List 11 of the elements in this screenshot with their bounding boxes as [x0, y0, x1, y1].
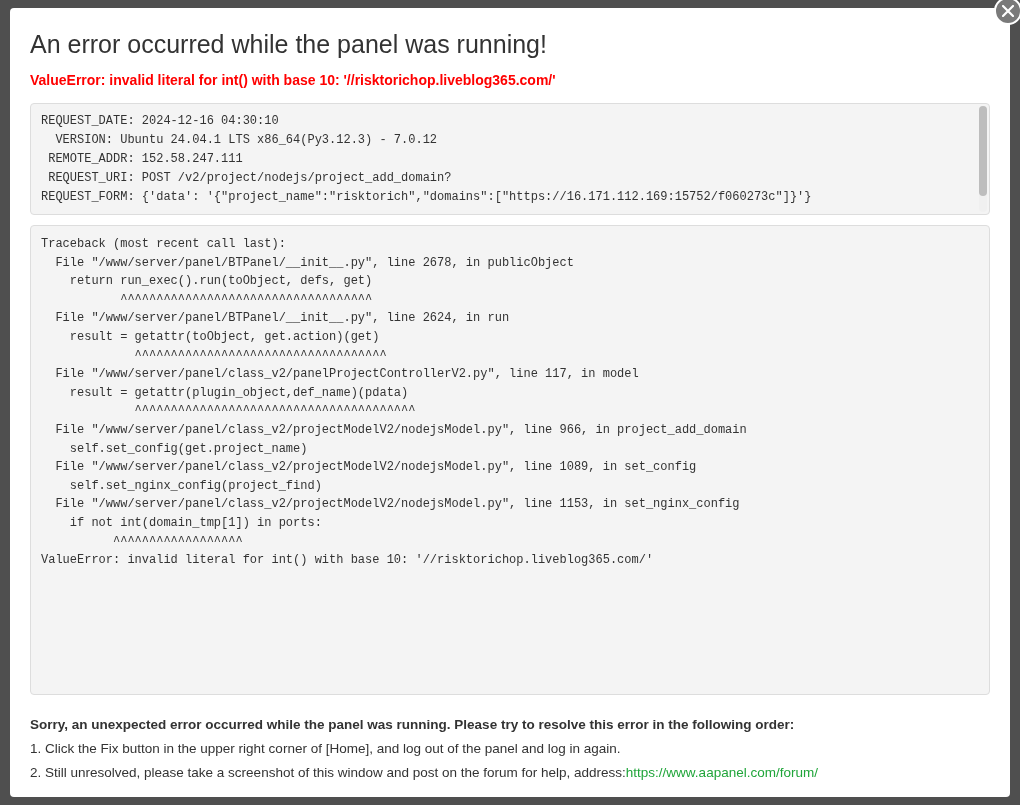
scrollbar[interactable] [979, 106, 987, 212]
dialog-title: An error occurred while the panel was running! [30, 29, 548, 60]
help-step: 1. Click the Fix button in the upper right corner of [Home], and log out of the panel and log in again. [30, 737, 990, 761]
help-step: 2. Still unresolved, please take a screenshot of this window and post on the forum for help, address: [30, 761, 626, 785]
error-message: ValueError: invalid literal for int() with base 10: '//risktorichop.liveblog365.com/' [30, 71, 557, 90]
close-icon [1002, 5, 1014, 17]
forum-link[interactable]: https://www.aapanel.com/forum/ [625, 761, 818, 785]
request-info-text: REQUEST_DATE: 2024-12-16 04:30:10 VERSION: Ubuntu 24.04.1 LTS x86_64(Py3.12.3) - 7.0.12 REMOTE_ADDR: 152.58.247.111 REQUEST_URI: POST /v2/project/nodejs/project_add_domain? REQUEST_FORM: {'data': '{"project_name":"risktorich","domains":["https://16.171.112.169:15752/f060273c"]}'} [41, 113, 812, 206]
help-heading: Sorry, an unexpected error occurred while the panel was running. Please try to resolve this error in the following order: [30, 716, 796, 734]
close-button[interactable] [994, 0, 1020, 25]
traceback-text: Traceback (most recent call last): File "/www/server/panel/BTPanel/__init__.py", line 2678, in publicObject return run_exec().run(toObject, defs, get) ^^^^^^^^^^^^^^^^^^^^^^^^^^^^^^^^^^^ File "/www/server/panel/BTPanel/__init__.py", line 2624, in run result = getattr(toObject, get.action)(get) ^^^^^^^^^^^^^^^^^^^^^^^^^^^^^^^^^^^ File "/www/server/panel/class_v2/panelProjectControllerV2.py", line 117, in model result = getattr(plugin_object,def_name)(pdata) ^^^^^^^^^^^^^^^^^^^^^^^^^^^^^^^^^^^^^^^ File "/www/server/panel/class_v2/projectModelV2/nodejsModel.py", line 966, in project_add_domain self.set_config(get.project_name) File "/www/server/panel/class_v2/projectModelV2/nodejsModel.py", line 1089, in set_config self.set_nginx_config(project_find) File "/www/server/panel/class_v2/projectModelV2/nodejsModel.py", line 1153, in set_nginx_config if not int(domain_tmp[1]) in ports: ^^^^^^^^^^^^^^^^^^ ValueError: invalid literal for int() with base 10: '//risktorichop.liveblog365.com/' [41, 236, 747, 570]
